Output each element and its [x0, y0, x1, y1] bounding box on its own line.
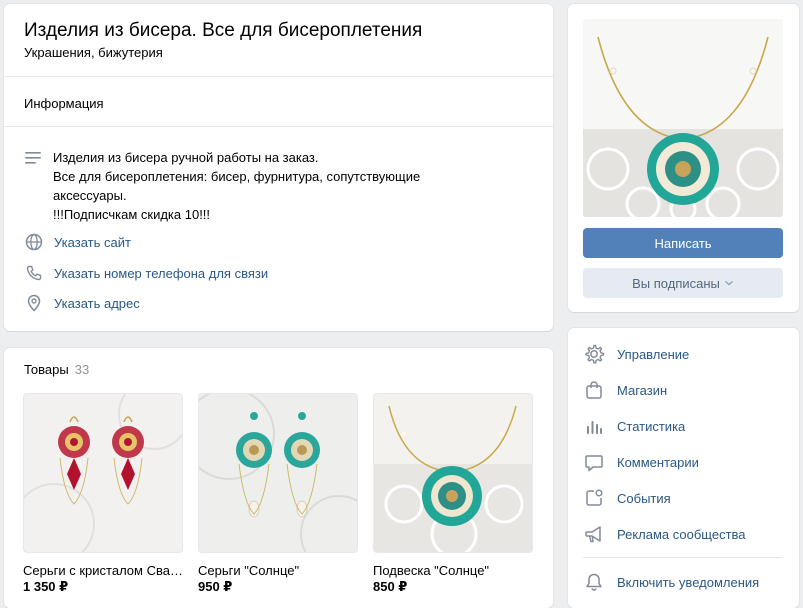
shopping-bag-icon: [586, 381, 602, 399]
divider: [583, 557, 783, 558]
product-price: 1 350 ₽: [23, 579, 69, 594]
menu-label: Комментарии: [617, 454, 699, 470]
community-info-card: Изделия из бисера. Все для бисероплетени…: [4, 4, 553, 331]
comment-icon: [585, 455, 603, 472]
product-image[interactable]: [373, 393, 533, 553]
menu-item-notifications[interactable]: Включить уведомления: [583, 569, 759, 595]
globe-icon: [25, 233, 43, 251]
product-image[interactable]: [198, 393, 358, 553]
menu-label: Магазин: [617, 382, 668, 398]
bell-icon: [586, 573, 602, 591]
menu-item-ads[interactable]: Реклама сообщества: [583, 521, 746, 547]
product-name[interactable]: Серьги "Солнце": [198, 563, 358, 578]
product-name[interactable]: Серьги с кристалом Сваровски: [23, 563, 183, 578]
products-card: Товары 33 Серьги с кристалом Свар 1 350 …: [4, 348, 553, 608]
events-icon: [586, 489, 603, 506]
community-description: Изделия из бисера ручной работы на заказ…: [53, 148, 433, 224]
add-site-link[interactable]: Указать сайт: [54, 235, 131, 250]
menu-item-events[interactable]: События: [583, 485, 671, 511]
gear-icon: [585, 344, 605, 364]
description-line: аксессуары.: [53, 188, 127, 203]
description-line: Изделия из бисера ручной работы на заказ…: [53, 150, 319, 165]
product-card[interactable]: Серьги с кристалом Сваровски 1 350 ₽: [23, 393, 183, 595]
description-line: !!!Подписчкам скидка 10!!!: [53, 207, 211, 222]
product-card[interactable]: Серьги "Солнце" 950 ₽: [198, 393, 358, 595]
product-card[interactable]: Подвеска "Солнце" 850 ₽: [373, 393, 533, 595]
info-section-label[interactable]: Информация: [24, 96, 104, 111]
phone-icon: [26, 265, 42, 281]
community-category: Украшения, бижутерия: [24, 45, 163, 60]
add-site-row[interactable]: Указать сайт: [24, 232, 131, 252]
menu-label: Реклама сообщества: [617, 526, 746, 542]
add-phone-row[interactable]: Указать номер телефона для связи: [24, 263, 268, 283]
divider: [4, 76, 553, 77]
product-price: 850 ₽: [373, 579, 408, 594]
description-line: Все для бисероплетения: бисер, фурнитура…: [53, 169, 421, 184]
write-message-button[interactable]: Написать: [583, 228, 783, 258]
product-name[interactable]: Подвеска "Солнце": [373, 563, 533, 578]
add-phone-link[interactable]: Указать номер телефона для связи: [54, 266, 268, 281]
megaphone-icon: [585, 526, 601, 543]
products-count: 33: [74, 362, 90, 377]
menu-label: События: [617, 490, 671, 506]
add-address-link[interactable]: Указать адрес: [54, 296, 140, 311]
community-avatar[interactable]: [583, 19, 783, 217]
description-icon: [25, 152, 41, 164]
menu-item-manage[interactable]: Управление: [583, 341, 689, 367]
product-price: 950 ₽: [198, 579, 233, 594]
products-header[interactable]: Товары 33: [24, 362, 89, 377]
menu-label: Управление: [617, 346, 690, 362]
menu-item-comments[interactable]: Комментарии: [583, 449, 699, 475]
admin-menu-card: Управление Магазин Статистика Комментари…: [568, 328, 799, 608]
subscribed-label: Вы подписаны: [632, 275, 720, 291]
menu-label: Включить уведомления: [617, 574, 760, 590]
products-label: Товары: [24, 362, 69, 377]
location-pin-icon: [27, 294, 41, 312]
subscribed-dropdown-button[interactable]: Вы подписаны: [583, 268, 783, 298]
menu-label: Статистика: [617, 418, 686, 434]
community-title: Изделия из бисера. Все для бисероплетени…: [24, 20, 423, 41]
menu-item-shop[interactable]: Магазин: [583, 377, 667, 403]
divider: [4, 126, 553, 127]
menu-item-stats[interactable]: Статистика: [583, 413, 685, 439]
product-image[interactable]: [23, 393, 183, 553]
bar-chart-icon: [587, 421, 602, 434]
avatar-card: Написать Вы подписаны: [568, 4, 799, 312]
chevron-down-icon: [724, 280, 733, 286]
add-address-row[interactable]: Указать адрес: [24, 293, 140, 313]
